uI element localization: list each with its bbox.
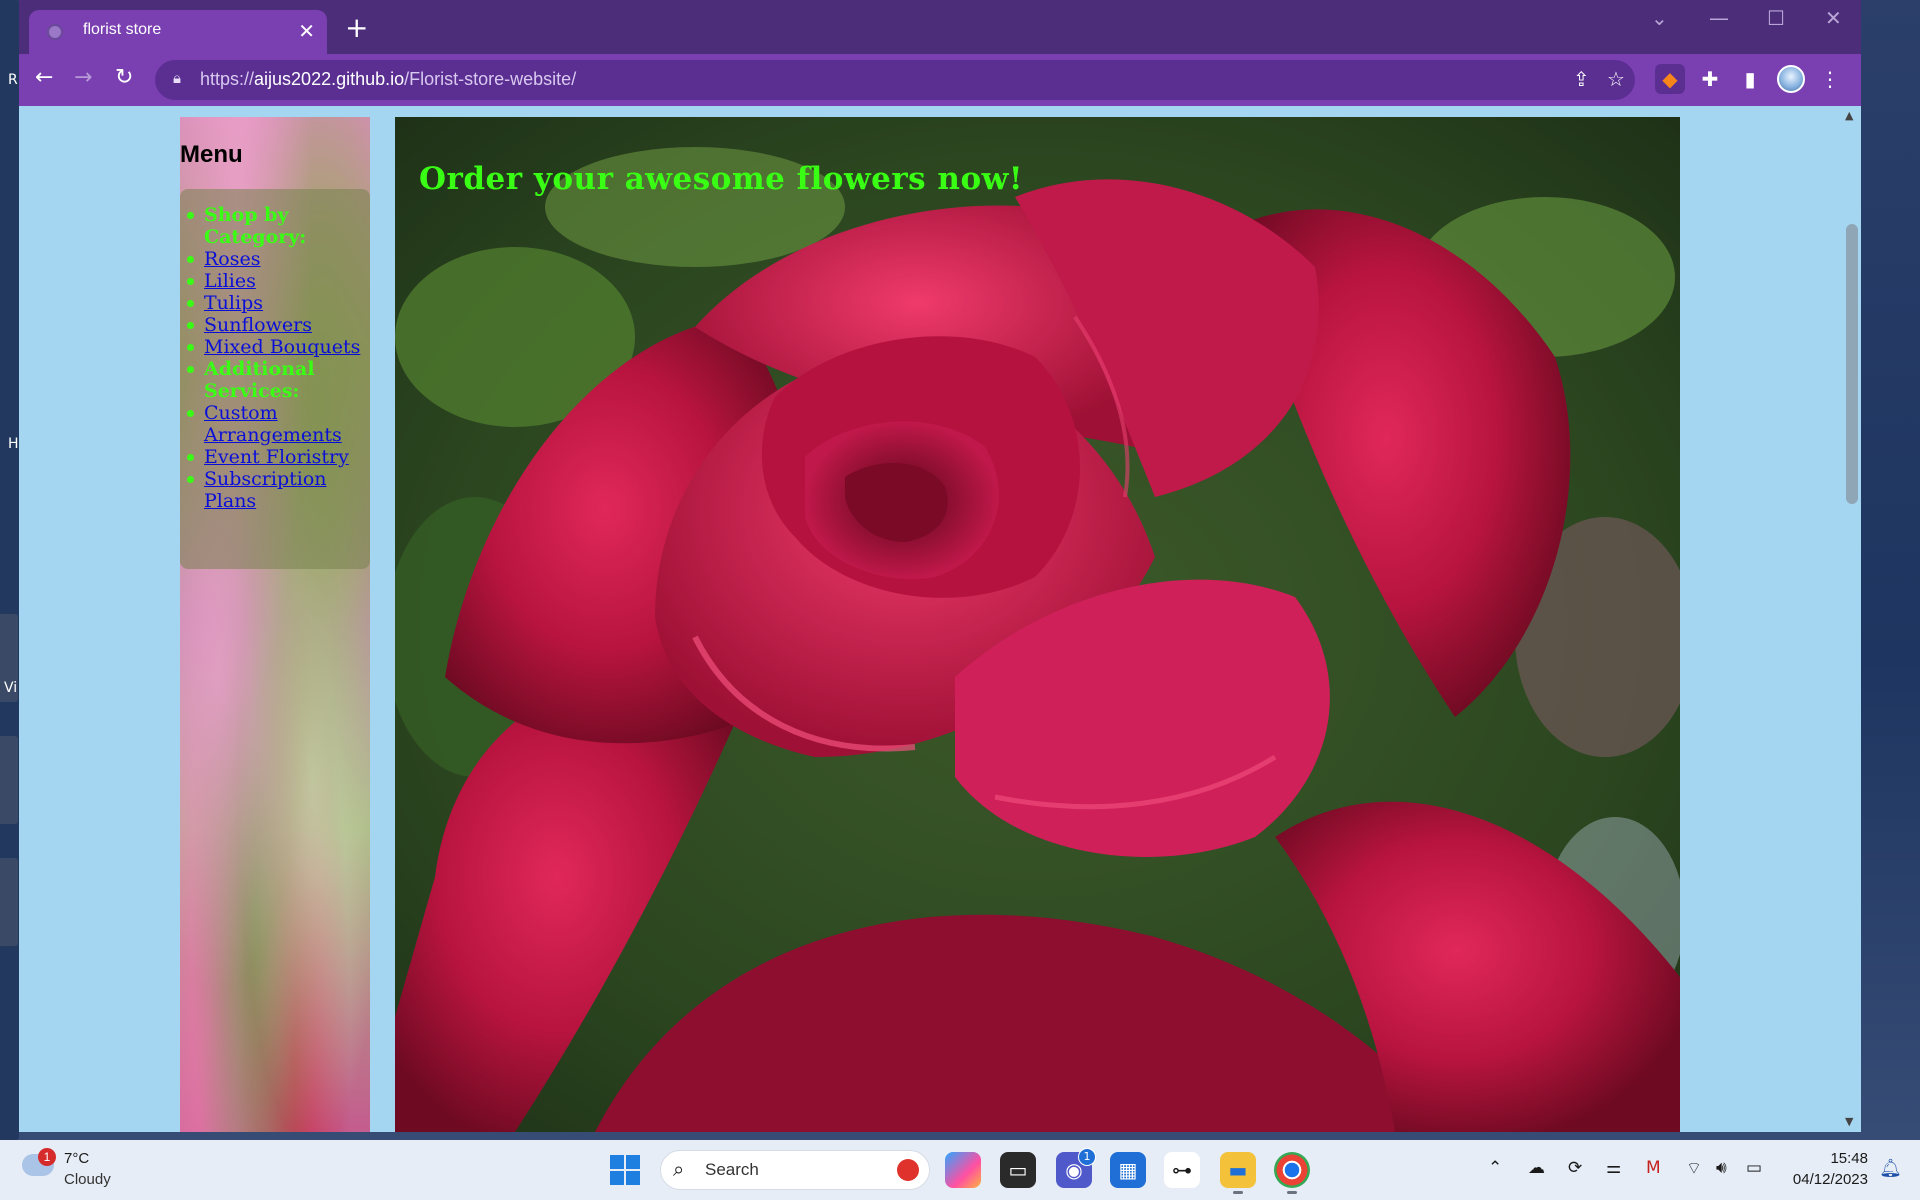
show-hidden-icons-chevron-icon[interactable]: ⌃ [1488,1158,1502,1178]
sunflowers-link[interactable]: Sunflowers [204,314,312,336]
minimize-button[interactable]: — [1709,6,1729,30]
notification-bell-icon[interactable]: 🔔︎ [1879,1158,1902,1179]
task-view-icon[interactable]: ▭ [1000,1152,1036,1188]
taskbar-search[interactable]: ⌕ Search [660,1150,930,1190]
search-highlight-icon [897,1159,919,1181]
windows-logo-icon [626,1155,640,1169]
start-button[interactable] [610,1155,640,1185]
metamask-extension-icon[interactable]: ◆ [1655,64,1685,94]
search-label: Search [705,1160,759,1179]
running-indicator [1287,1191,1297,1194]
weather-condition: Cloudy [64,1171,111,1188]
tulips-link[interactable]: Tulips [204,292,263,314]
desktop-label-fragment: Vi [4,680,18,696]
search-icon: ⌕ [673,1157,685,1181]
page-scrollbar[interactable]: ▲ ▼ [1841,106,1861,1132]
scroll-up-arrow-icon[interactable]: ▲ [1845,110,1853,122]
microsoft-store-icon[interactable]: ▦ [1110,1152,1146,1188]
more-menu-icon[interactable]: ⋮ [1815,64,1845,94]
weather-temperature: 7°C [64,1150,90,1167]
menu-item-tulips: Tulips [187,292,370,314]
close-window-button[interactable]: ✕ [1825,6,1842,30]
menu-item-roses: Roses [187,248,370,270]
share-icon[interactable]: ⇪ [1573,67,1590,91]
settings-sliders-icon[interactable]: ⚌ [1606,1158,1621,1178]
battery-icon[interactable]: ▭ [1746,1158,1762,1178]
page-viewport: Menu Shop by Category: Roses Lilies Tuli… [19,106,1861,1132]
rose-image [395,117,1680,1132]
close-tab-icon[interactable]: ✕ [298,19,315,43]
desktop-tile-fragment[interactable] [0,736,18,824]
copilot-app-icon[interactable] [945,1152,981,1188]
maximize-button[interactable]: ☐ [1767,6,1785,30]
tab-search-icon[interactable]: ⌄ [1651,6,1668,30]
chrome-icon[interactable] [1274,1152,1310,1194]
globe-icon [47,24,63,40]
desktop-edge [0,0,19,1140]
tab-florist-store[interactable]: florist store ✕ [29,10,327,54]
browser-window: florist store ✕ + ⌄ — ☐ ✕ ← → ↻ 🔒︎ https… [19,0,1861,1132]
hero-title: Order your awesome flowers now! [419,161,1023,197]
file-explorer-icon[interactable]: ▬ [1220,1152,1256,1194]
menu-item-lilies: Lilies [187,270,370,292]
menu-category-services: Additional Services: [187,358,370,402]
menu-category-shop: Shop by Category: [187,204,370,248]
running-indicator [1233,1191,1243,1194]
scroll-down-arrow-icon[interactable]: ▼ [1845,1116,1853,1128]
menu-item-sunflowers: Sunflowers [187,314,370,336]
url-scheme: https:// [200,69,255,89]
menu-item-subscription-plans: Subscription Plans [187,468,370,512]
gmail-icon[interactable]: M [1646,1158,1661,1178]
menu-category-label: Additional Services: [204,358,315,402]
menu-list: Shop by Category: Roses Lilies Tulips Su… [180,204,370,512]
profile-avatar[interactable] [1777,65,1805,93]
onedrive-cloud-icon[interactable]: ☁ [1528,1158,1545,1178]
url-host: aijus2022.github.io [254,69,405,89]
menu-item-event-floristry: Event Floristry [187,446,370,468]
hero-banner: Order your awesome flowers now! [395,117,1680,1132]
volume-icon[interactable]: 🔊︎ [1716,1158,1727,1178]
url-path: /Florist-store-website/ [404,69,577,89]
tab-title: florist store [83,21,162,38]
desktop-label-fragment: H [8,436,19,452]
lock-icon[interactable]: 🔒︎ [173,69,181,87]
browser-toolbar: ← → ↻ 🔒︎ https://aijus2022.github.io/Flo… [19,54,1861,106]
desktop-label-fragment: R [8,72,18,88]
new-tab-button[interactable]: + [345,14,368,42]
clock-date[interactable]: 04/12/2023 [1793,1171,1868,1188]
url-text[interactable]: https://aijus2022.github.io/Florist-stor… [200,69,576,90]
tab-strip: florist store ✕ + ⌄ — ☐ ✕ [19,0,1861,54]
windows-logo-icon [626,1171,640,1185]
menu-item-mixed-bouquets: Mixed Bouquets [187,336,370,358]
menu-heading: Menu [180,141,243,168]
weather-alert-badge: 1 [38,1148,56,1166]
menu-sidebar: Menu Shop by Category: Roses Lilies Tuli… [180,117,370,1132]
subscription-plans-link[interactable]: Subscription Plans [204,468,327,512]
forward-button[interactable]: → [74,64,92,92]
menu-category-label: Shop by Category: [204,204,307,248]
sync-icon[interactable]: ⟳ [1568,1158,1582,1178]
wifi-icon[interactable]: ⌔ [1686,1158,1702,1179]
address-bar[interactable]: 🔒︎ https://aijus2022.github.io/Florist-s… [155,60,1635,100]
back-button[interactable]: ← [35,64,53,92]
reload-button[interactable]: ↻ [115,64,133,92]
menu-item-custom-arrangements: Custom Arrangements [187,402,370,446]
scroll-thumb[interactable] [1846,224,1858,504]
windows-logo-icon [610,1155,624,1169]
lilies-link[interactable]: Lilies [204,270,256,292]
phone-link-icon[interactable]: ⊶ [1164,1152,1200,1188]
windows-logo-icon [610,1171,624,1185]
clock-time[interactable]: 15:48 [1830,1150,1868,1167]
mixed-bouquets-link[interactable]: Mixed Bouquets [204,336,360,358]
taskbar: 1 7°C Cloudy ⌕ Search ▭ ◉ 1 ▦ ⊶ ▬ ⌃ ☁ ⟳ ⚌… [0,1140,1920,1200]
teams-chat-icon[interactable]: ◉ 1 [1056,1148,1096,1188]
event-floristry-link[interactable]: Event Floristry [204,446,349,468]
extensions-puzzle-icon[interactable]: ✚ [1695,64,1725,94]
bookmark-star-icon[interactable]: ☆ [1607,67,1625,91]
chat-badge: 1 [1078,1148,1096,1166]
roses-link[interactable]: Roses [204,248,261,270]
desktop-tile-fragment[interactable] [0,858,18,946]
custom-arrangements-link[interactable]: Custom Arrangements [204,402,342,446]
side-panel-icon[interactable]: ▮ [1735,64,1765,94]
